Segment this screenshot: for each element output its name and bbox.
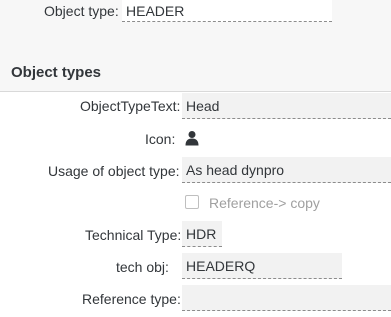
object-type-label: Object type:: [44, 3, 119, 19]
section-header: Object types: [0, 58, 391, 92]
tech-obj-field[interactable]: HEADERQ: [182, 253, 342, 279]
technical-type-label: Technical Type:: [85, 227, 182, 243]
person-icon: [184, 130, 200, 146]
reference-copy-checkbox[interactable]: [185, 195, 199, 209]
section-title: Object types: [11, 64, 102, 81]
reference-copy-label: Reference-> copy: [209, 195, 320, 211]
technical-type-field[interactable]: HDR: [182, 221, 222, 247]
object-type-text-label: ObjectTypeText:: [80, 98, 181, 114]
object-type-field[interactable]: HEADER: [122, 0, 332, 22]
icon-label: Icon:: [145, 131, 176, 147]
tech-obj-label: tech obj:: [116, 259, 169, 275]
reference-type-label: Reference type:: [82, 291, 181, 307]
reference-type-field[interactable]: [182, 285, 391, 311]
object-type-text-field[interactable]: Head: [182, 93, 391, 119]
usage-label: Usage of object type:: [48, 163, 180, 179]
usage-field[interactable]: As head dynpro: [182, 157, 391, 183]
header-band: Object type: HEADER: [0, 0, 391, 58]
